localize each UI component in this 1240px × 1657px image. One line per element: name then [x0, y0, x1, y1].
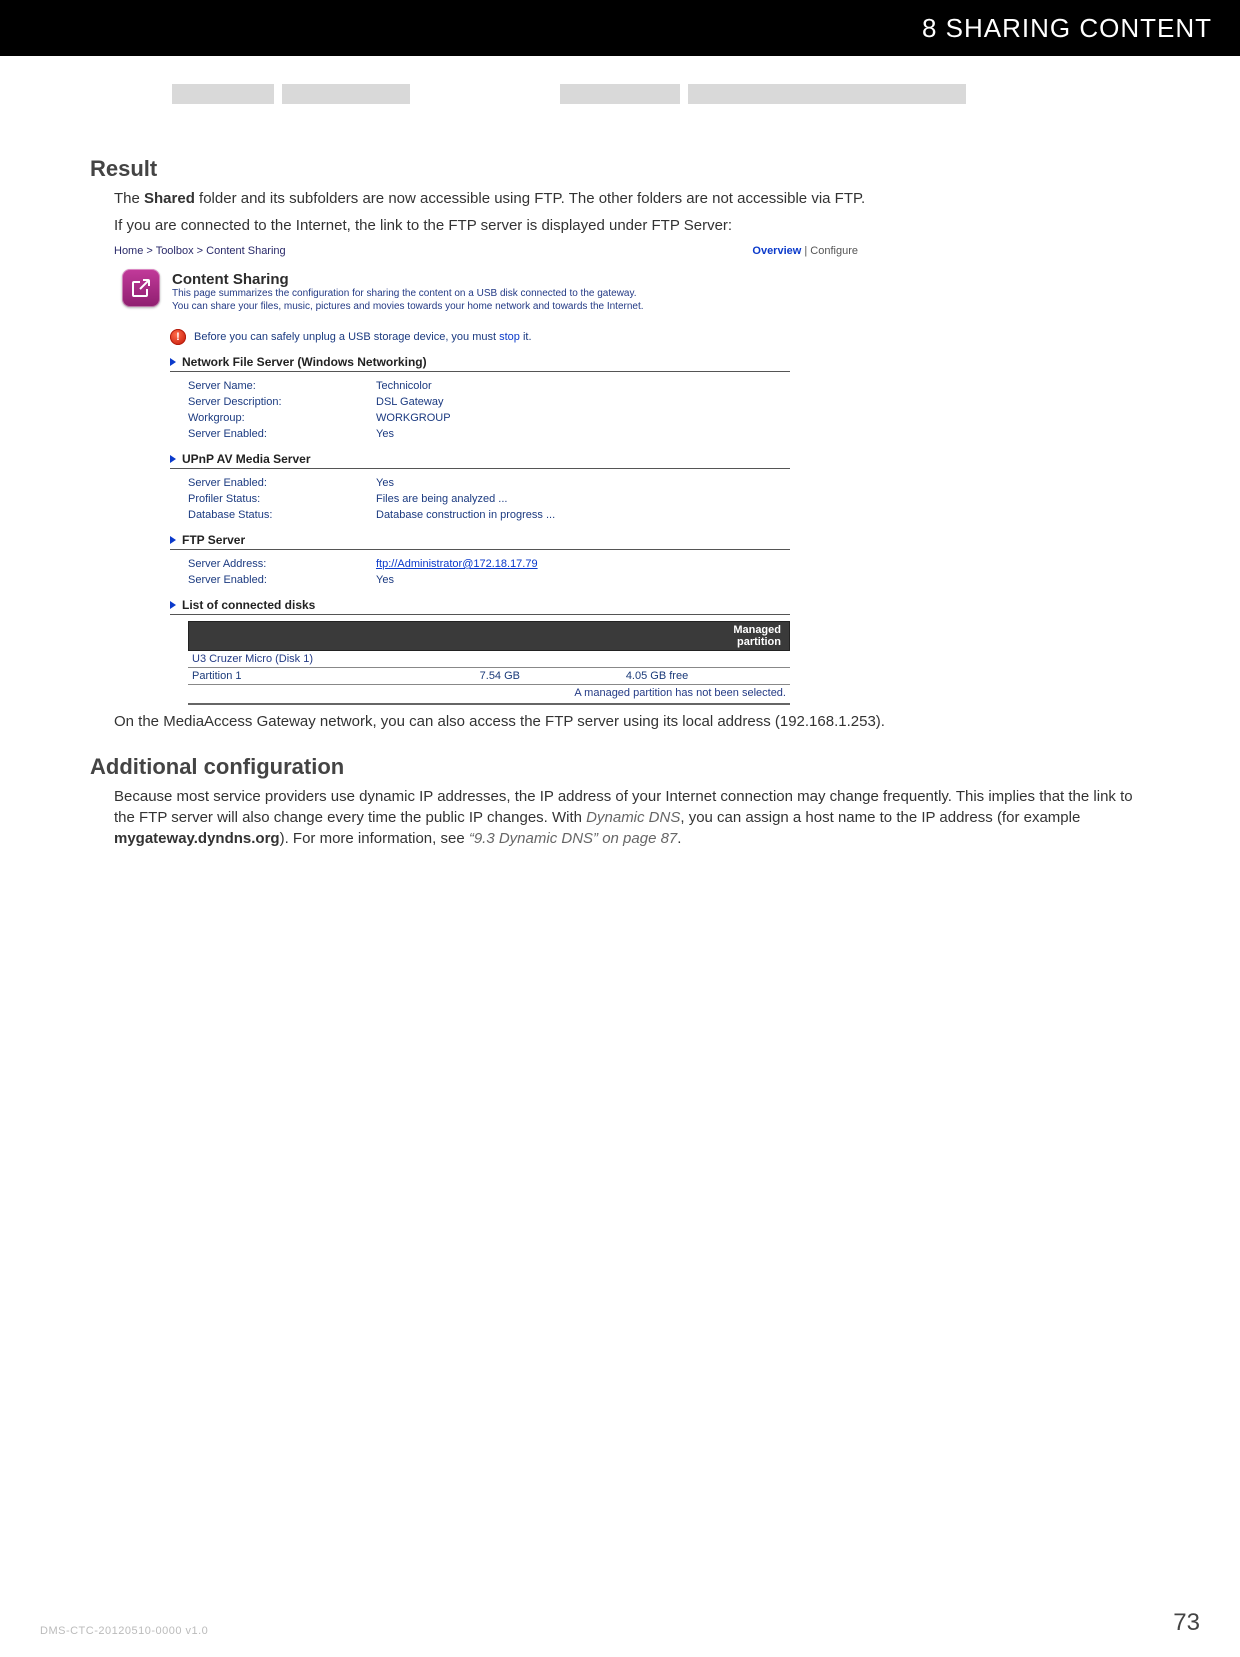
additional-paragraph: Because most service providers use dynam… [114, 786, 1154, 849]
table-row: Server Enabled:Yes [188, 475, 555, 491]
tab-placeholder [172, 84, 274, 104]
chapter-title: SHARING CONTENT [946, 13, 1212, 44]
chevron-right-icon [170, 536, 176, 544]
ftp-address-link[interactable]: ftp://Administrator@172.18.17.79 [376, 558, 538, 570]
table-row: Workgroup:WORKGROUP [188, 410, 451, 426]
additional-heading: Additional configuration [90, 754, 1160, 780]
table-row: Server Name:Technicolor [188, 378, 451, 394]
breadcrumb-home[interactable]: Home [114, 245, 143, 257]
table-row: Server Address:ftp://Administrator@172.1… [188, 556, 538, 572]
panel-title: Content Sharing [172, 271, 856, 288]
breadcrumb-toolbox[interactable]: Toolbox [156, 245, 194, 257]
cross-reference-link[interactable]: “9.3 Dynamic DNS” on page 87 [469, 830, 677, 847]
share-icon [122, 269, 160, 307]
warning-icon: ! [170, 329, 186, 345]
table-row: Server Enabled:Yes [188, 572, 538, 588]
table-row: Database Status:Database construction in… [188, 507, 555, 523]
panel-description: This page summarizes the configuration f… [172, 288, 856, 313]
document-id: DMS-CTC-20120510-0000 v1.0 [40, 1625, 208, 1637]
chapter-number: 8 [922, 13, 937, 44]
table-row: Profiler Status:Files are being analyzed… [188, 491, 555, 507]
result-paragraph-2: If you are connected to the Internet, th… [114, 215, 1154, 236]
tab-configure[interactable]: Configure [810, 245, 858, 257]
upnp-section-header[interactable]: UPnP AV Media Server [170, 452, 790, 469]
partition-row: Partition 1 7.54 GB 4.05 GB free [188, 668, 790, 685]
table-row: Server Description:DSL Gateway [188, 394, 451, 410]
disks-table-header: Managed partition [188, 621, 790, 651]
result-paragraph-3: On the MediaAccess Gateway network, you … [114, 711, 1154, 732]
disk-name-row: U3 Cruzer Micro (Disk 1) [188, 651, 790, 668]
disks-section-header[interactable]: List of connected disks [170, 598, 790, 615]
tab-overview[interactable]: Overview [752, 245, 801, 257]
tab-placeholder [688, 84, 966, 104]
breadcrumb-current: Content Sharing [206, 245, 286, 257]
tab-placeholder [282, 84, 410, 104]
breadcrumb[interactable]: Home > Toolbox > Content Sharing [114, 245, 286, 257]
router-screenshot: Home > Toolbox > Content Sharing Overvie… [114, 240, 864, 705]
chevron-right-icon [170, 358, 176, 366]
disks-note: A managed partition has not been selecte… [188, 685, 790, 705]
ftp-section-header[interactable]: FTP Server [170, 533, 790, 550]
nfs-section-header[interactable]: Network File Server (Windows Networking) [170, 355, 790, 372]
stop-link[interactable]: stop [499, 331, 520, 343]
tab-placeholder [560, 84, 680, 104]
tab-strip [0, 84, 1240, 104]
page-number: 73 [1173, 1609, 1200, 1637]
unplug-warning: ! Before you can safely unplug a USB sto… [170, 329, 864, 345]
chevron-right-icon [170, 455, 176, 463]
result-paragraph-1: The Shared folder and its subfolders are… [114, 188, 1154, 209]
result-heading: Result [90, 156, 1160, 182]
chevron-right-icon [170, 601, 176, 609]
view-tabs: Overview | Configure [752, 245, 858, 257]
page-header: 8 SHARING CONTENT [0, 0, 1240, 56]
table-row: Server Enabled:Yes [188, 426, 451, 442]
